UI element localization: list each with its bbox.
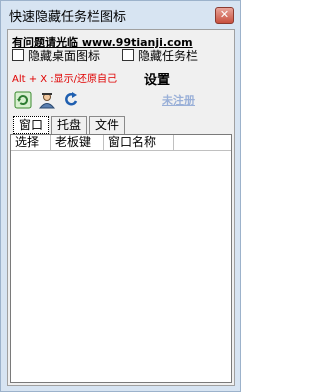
window-title: 快速隐藏任务栏图标	[9, 10, 127, 25]
column-select[interactable]: 选择	[11, 135, 51, 150]
hide-taskbar-label: 隐藏任务栏	[138, 48, 199, 63]
tab-tray[interactable]: 托盘	[51, 116, 88, 134]
hide-desktop-icons-checkbox[interactable]	[12, 49, 24, 61]
client-area: 有问题请光临 www.99tianji.com 隐藏桌面图标 隐藏任务栏 Alt…	[7, 29, 235, 386]
unregistered-link[interactable]: 未注册	[162, 92, 195, 108]
hide-taskbar-checkbox[interactable]	[122, 49, 134, 61]
window-list[interactable]: 选择 老板键 窗口名称	[10, 134, 232, 383]
close-button[interactable]: ✕	[215, 7, 234, 24]
close-icon: ✕	[219, 8, 230, 21]
column-boss-key[interactable]: 老板键	[51, 135, 104, 150]
title-bar: 快速隐藏任务栏图标 ✕	[1, 1, 240, 29]
tab-window[interactable]: 窗口	[13, 116, 50, 134]
column-window-name[interactable]: 窗口名称	[104, 135, 174, 150]
restore-icon[interactable]	[62, 91, 80, 109]
hide-icon[interactable]	[38, 91, 56, 109]
hide-desktop-icons-option[interactable]: 隐藏桌面图标	[12, 47, 100, 63]
hide-desktop-icons-label: 隐藏桌面图标	[28, 48, 101, 63]
list-header: 选择 老板键 窗口名称	[11, 135, 231, 151]
settings-button[interactable]: 设置	[144, 69, 170, 88]
app-window: 快速隐藏任务栏图标 ✕ 有问题请光临 www.99tianji.com 隐藏桌面…	[0, 0, 241, 392]
tab-file[interactable]: 文件	[89, 116, 126, 134]
toolbar	[14, 91, 80, 109]
refresh-icon[interactable]	[14, 91, 32, 109]
hotkey-hint: Alt + X :显示/还原自己	[12, 74, 118, 85]
hide-taskbar-option[interactable]: 隐藏任务栏	[122, 47, 198, 63]
tab-bar: 窗口 托盘 文件	[13, 116, 127, 134]
